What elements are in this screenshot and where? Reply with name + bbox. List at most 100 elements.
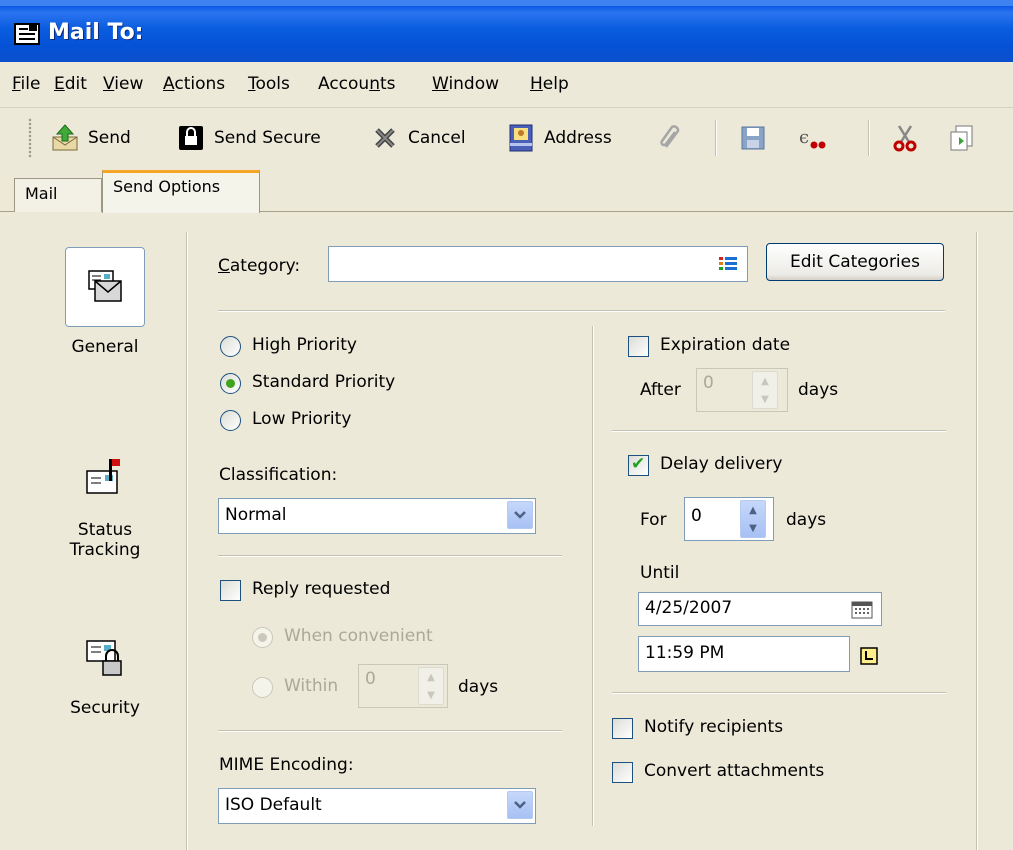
toolbar-separator [715, 120, 717, 156]
spell-check-button[interactable]: є [796, 120, 834, 156]
spin-up-icon[interactable]: ▲ [753, 372, 777, 390]
standard-priority-label[interactable]: Standard Priority [252, 372, 395, 392]
within-days-unit: days [458, 677, 499, 697]
reply-separator [218, 730, 562, 732]
notify-recipients-checkbox[interactable] [612, 718, 633, 739]
edit-categories-button[interactable]: Edit Categories [766, 243, 944, 281]
address-book-icon [509, 124, 533, 152]
calendar-icon[interactable] [851, 601, 873, 619]
standard-priority-radio[interactable] [220, 373, 241, 394]
toolbar-separator [868, 120, 870, 156]
envelope-icon [88, 270, 122, 302]
spin-up-icon[interactable]: ▲ [741, 501, 765, 519]
attach-button[interactable] [656, 120, 694, 156]
spin-up-icon[interactable]: ▲ [419, 668, 443, 686]
sidebar-item-general[interactable]: General [20, 247, 190, 357]
options-sidebar: General Status Tracking Security [0, 212, 188, 850]
cut-button[interactable] [890, 120, 928, 156]
menu-help[interactable]: Help [530, 74, 569, 94]
for-days-spinner[interactable]: ▲ ▼ [740, 500, 766, 538]
category-separator [218, 310, 945, 312]
expiration-separator [612, 430, 946, 432]
save-disk-icon [741, 126, 765, 150]
menu-view[interactable]: View [103, 74, 143, 94]
send-button[interactable]: Send [50, 120, 131, 156]
reply-requested-label[interactable]: Reply requested [252, 579, 390, 599]
sidebar-item-security[interactable]: Security [20, 622, 190, 718]
cancel-button[interactable]: Cancel [370, 120, 466, 156]
security-icon-box [65, 622, 145, 692]
within-days-spinner[interactable]: ▲ ▼ [418, 667, 444, 705]
toolbar-grip[interactable] [28, 118, 32, 158]
chevron-down-icon[interactable] [507, 501, 533, 529]
sidebar-item-status-tracking[interactable]: Status Tracking [20, 444, 190, 560]
tab-mail[interactable]: Mail [14, 178, 102, 212]
classification-select[interactable]: Normal [218, 498, 536, 534]
menu-tools[interactable]: Tools [248, 74, 290, 94]
high-priority-label[interactable]: High Priority [252, 335, 357, 355]
for-label: For [640, 510, 667, 530]
address-button[interactable]: Address [506, 120, 612, 156]
after-days-spinner[interactable]: ▲ ▼ [752, 371, 778, 409]
within-radio[interactable] [252, 677, 273, 698]
category-list-icon[interactable] [719, 256, 737, 272]
reply-requested-checkbox[interactable] [220, 580, 241, 601]
copy-button[interactable] [948, 120, 986, 156]
expiration-date-checkbox[interactable] [628, 336, 649, 357]
spin-down-icon[interactable]: ▼ [419, 686, 443, 704]
secure-lock-icon [179, 126, 203, 150]
spin-down-icon[interactable]: ▼ [753, 390, 777, 408]
status-tracking-icon-box [65, 444, 145, 514]
menu-window[interactable]: Window [432, 74, 499, 94]
convert-attachments-checkbox[interactable] [612, 762, 633, 783]
svg-text:є: є [799, 127, 809, 148]
within-label[interactable]: Within [284, 676, 338, 696]
general-icon-box [65, 247, 145, 327]
mailbox-flag-icon [86, 459, 120, 494]
menu-actions[interactable]: Actions [163, 74, 225, 94]
low-priority-radio[interactable] [220, 410, 241, 431]
tab-send-options[interactable]: Send Options [102, 170, 260, 213]
delay-delivery-label[interactable]: Delay delivery [660, 454, 782, 474]
menu-file[interactable]: File [12, 74, 40, 94]
sidebar-divider [186, 232, 188, 850]
notify-recipients-label[interactable]: Notify recipients [644, 717, 783, 737]
menu-accounts[interactable]: Accounts [318, 74, 396, 94]
clock-icon[interactable] [860, 647, 878, 665]
high-priority-radio[interactable] [220, 336, 241, 357]
expiration-date-label[interactable]: Expiration date [660, 335, 790, 355]
spell-check-icon: є [799, 127, 826, 149]
menu-bar: File Edit View Actions Tools Accounts Wi… [0, 62, 1013, 108]
until-label: Until [640, 563, 680, 583]
tab-strip: Mail Send Options [0, 168, 1013, 213]
when-convenient-radio[interactable] [252, 627, 273, 648]
category-label: Category: [218, 256, 301, 276]
paperclip-icon [660, 125, 680, 148]
sidebar-label-status: Status [77, 520, 133, 540]
copy-document-icon [950, 125, 973, 151]
envelope-lock-icon [86, 640, 122, 676]
convert-attachments-label[interactable]: Convert attachments [644, 761, 824, 781]
chevron-down-icon[interactable] [507, 791, 533, 819]
classification-label: Classification: [219, 465, 338, 485]
mime-encoding-select[interactable]: ISO Default [218, 788, 536, 824]
until-time-field[interactable]: 11:59 PM [638, 636, 850, 672]
category-field[interactable] [328, 246, 748, 282]
send-secure-button[interactable]: Send Secure [176, 120, 321, 156]
delay-delivery-checkbox[interactable] [628, 454, 649, 476]
spin-down-icon[interactable]: ▼ [741, 519, 765, 537]
after-label: After [640, 380, 681, 400]
when-convenient-label[interactable]: When convenient [284, 626, 433, 646]
scissors-icon [893, 125, 917, 152]
title-bar: Mail To: [0, 0, 1013, 62]
menu-edit[interactable]: Edit [54, 74, 87, 94]
until-date-field[interactable]: 4/25/2007 [638, 592, 882, 626]
save-button[interactable] [738, 120, 776, 156]
mime-encoding-label: MIME Encoding: [219, 755, 354, 775]
low-priority-label[interactable]: Low Priority [252, 409, 351, 429]
send-icon [52, 124, 78, 151]
sidebar-label-tracking: Tracking [69, 540, 141, 560]
delay-separator [612, 692, 946, 694]
classification-separator [218, 555, 562, 557]
window-title: Mail To: [48, 20, 144, 45]
